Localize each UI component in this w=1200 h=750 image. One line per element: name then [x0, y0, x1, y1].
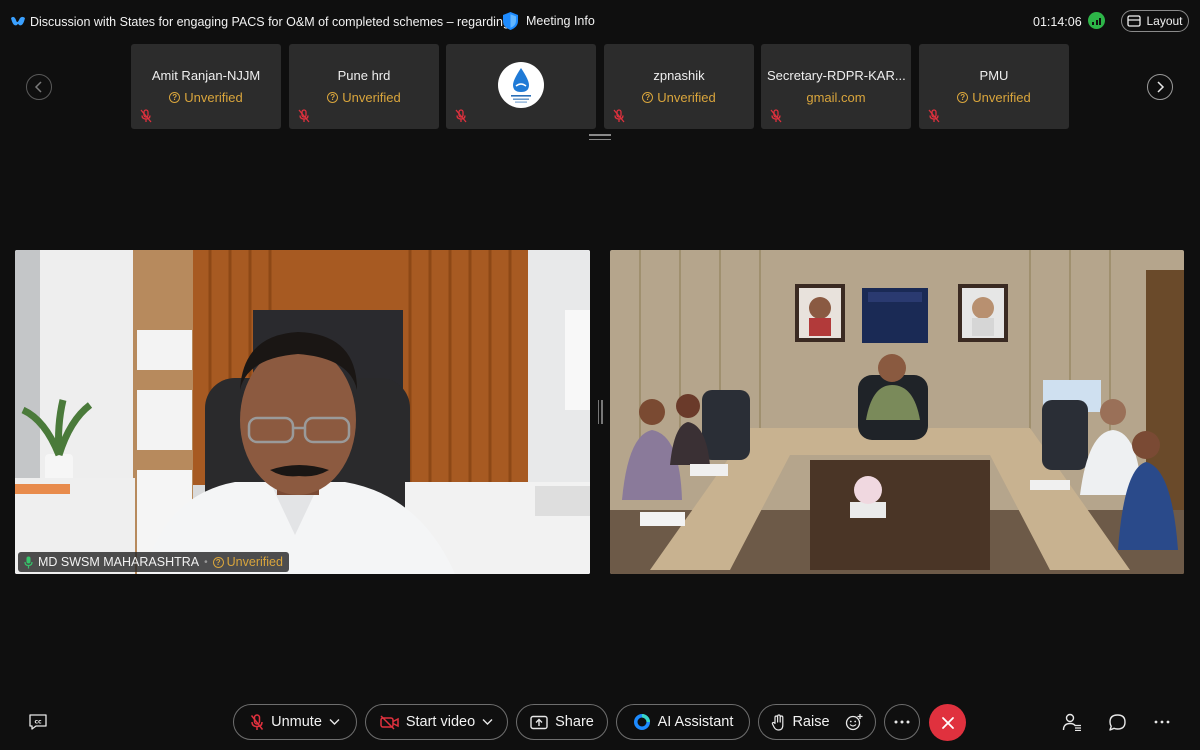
participants-icon [1062, 713, 1081, 731]
webex-logo-icon [11, 16, 25, 26]
chevron-down-icon[interactable] [329, 718, 340, 726]
conference-room-video[interactable] [610, 250, 1184, 574]
strip-prev-button[interactable] [26, 74, 52, 100]
participant-status: gmail.com [806, 90, 866, 105]
more-dots-icon [894, 720, 910, 724]
participant-name: Secretary-RDPR-KAR... [767, 68, 906, 83]
jal-jeevan-logo-icon [511, 68, 531, 103]
participant-tile[interactable]: Pune hrd ? Unverified [289, 44, 439, 129]
speaker-name: MD SWSM MAHARASHTRA [38, 555, 200, 569]
layout-label: Layout [1146, 14, 1183, 28]
active-mic-icon [24, 556, 33, 568]
main-video-speaker[interactable] [15, 250, 590, 574]
participant-avatar [498, 62, 544, 108]
room-video-feed [610, 250, 1184, 574]
unverified-badge-icon: ? [642, 92, 654, 103]
chevron-left-icon [34, 81, 42, 93]
more-options-button[interactable] [884, 704, 920, 740]
ai-assistant-label: AI Assistant [657, 714, 734, 730]
muted-mic-icon [770, 109, 782, 123]
unverified-badge-icon: ? [169, 92, 181, 103]
start-video-label: Start video [405, 714, 476, 730]
speaker-status: Unverified [226, 555, 283, 569]
raise-hand-button[interactable]: Raise [758, 704, 876, 740]
share-button[interactable]: Share [516, 704, 608, 740]
participant-name: PMU [979, 68, 1009, 83]
participant-status: Unverified [342, 90, 401, 105]
share-label: Share [555, 714, 594, 730]
shield-icon [503, 12, 518, 30]
closed-captions-button[interactable]: cc [28, 713, 48, 731]
participant-name: zpnashik [653, 68, 705, 83]
strip-next-button[interactable] [1147, 74, 1173, 100]
meeting-title: Discussion with States for engaging PACS… [30, 15, 514, 29]
video-off-icon [380, 714, 399, 730]
chat-panel-button[interactable] [1107, 712, 1127, 732]
muted-mic-icon [251, 713, 264, 730]
participant-tile[interactable]: zpnashik ? Unverified [604, 44, 754, 129]
participant-status: Unverified [184, 90, 243, 105]
chevron-down-icon[interactable] [482, 718, 493, 726]
unverified-badge-icon: ? [212, 556, 224, 568]
meeting-info-button[interactable]: Meeting Info [502, 11, 595, 31]
share-screen-icon [530, 715, 548, 729]
muted-mic-icon [455, 109, 467, 123]
muted-mic-icon [928, 109, 940, 123]
unverified-badge-icon: ? [957, 92, 969, 103]
participant-tile[interactable]: Amit Ranjan-NJJM ? Unverified [131, 44, 281, 129]
unmute-label: Unmute [271, 714, 322, 730]
closed-captions-icon: cc [29, 714, 47, 730]
participant-tile[interactable] [446, 44, 596, 129]
participant-tile[interactable]: Secretary-RDPR-KAR... gmail.com [761, 44, 911, 129]
end-call-button[interactable] [929, 704, 966, 741]
layout-grid-icon [1127, 15, 1142, 27]
separator-dot: • [204, 556, 208, 568]
participants-panel-button[interactable] [1062, 712, 1082, 732]
close-icon [941, 716, 954, 729]
participant-tile[interactable]: PMU ? Unverified [919, 44, 1069, 129]
participant-status: Unverified [657, 90, 716, 105]
speaker-video-feed [15, 250, 590, 574]
video-splitter-handle[interactable] [597, 400, 603, 424]
meeting-info-label: Meeting Info [526, 14, 595, 28]
unmute-button[interactable]: Unmute [233, 704, 357, 740]
unverified-badge-icon: ? [327, 92, 339, 103]
muted-mic-icon [298, 109, 310, 123]
chevron-right-icon [1157, 81, 1165, 93]
layout-button[interactable]: Layout [1121, 10, 1189, 32]
ai-assistant-button[interactable]: AI Assistant [616, 704, 750, 740]
title-bar: Discussion with States for engaging PACS… [0, 0, 1200, 44]
muted-mic-icon [140, 109, 152, 123]
start-video-button[interactable]: Start video [365, 704, 508, 740]
chat-bubble-icon [1108, 713, 1126, 731]
network-signal-icon[interactable] [1088, 12, 1105, 29]
raise-hand-icon [772, 713, 784, 731]
strip-resize-handle[interactable] [589, 134, 611, 141]
svg-text:cc: cc [34, 719, 42, 726]
more-dots-icon [1154, 720, 1170, 724]
more-panels-button[interactable] [1152, 712, 1172, 732]
meeting-timer: 01:14:06 [1033, 15, 1082, 29]
participant-name: Amit Ranjan-NJJM [151, 68, 261, 83]
muted-mic-icon [613, 109, 625, 123]
speaker-name-tag: MD SWSM MAHARASHTRA • ? Unverified [18, 552, 289, 572]
ai-assistant-icon [633, 714, 650, 730]
participant-name: Pune hrd [337, 68, 391, 83]
participant-status: Unverified [972, 90, 1031, 105]
raise-label: Raise [792, 714, 830, 730]
reactions-smiley-icon[interactable] [845, 713, 863, 731]
